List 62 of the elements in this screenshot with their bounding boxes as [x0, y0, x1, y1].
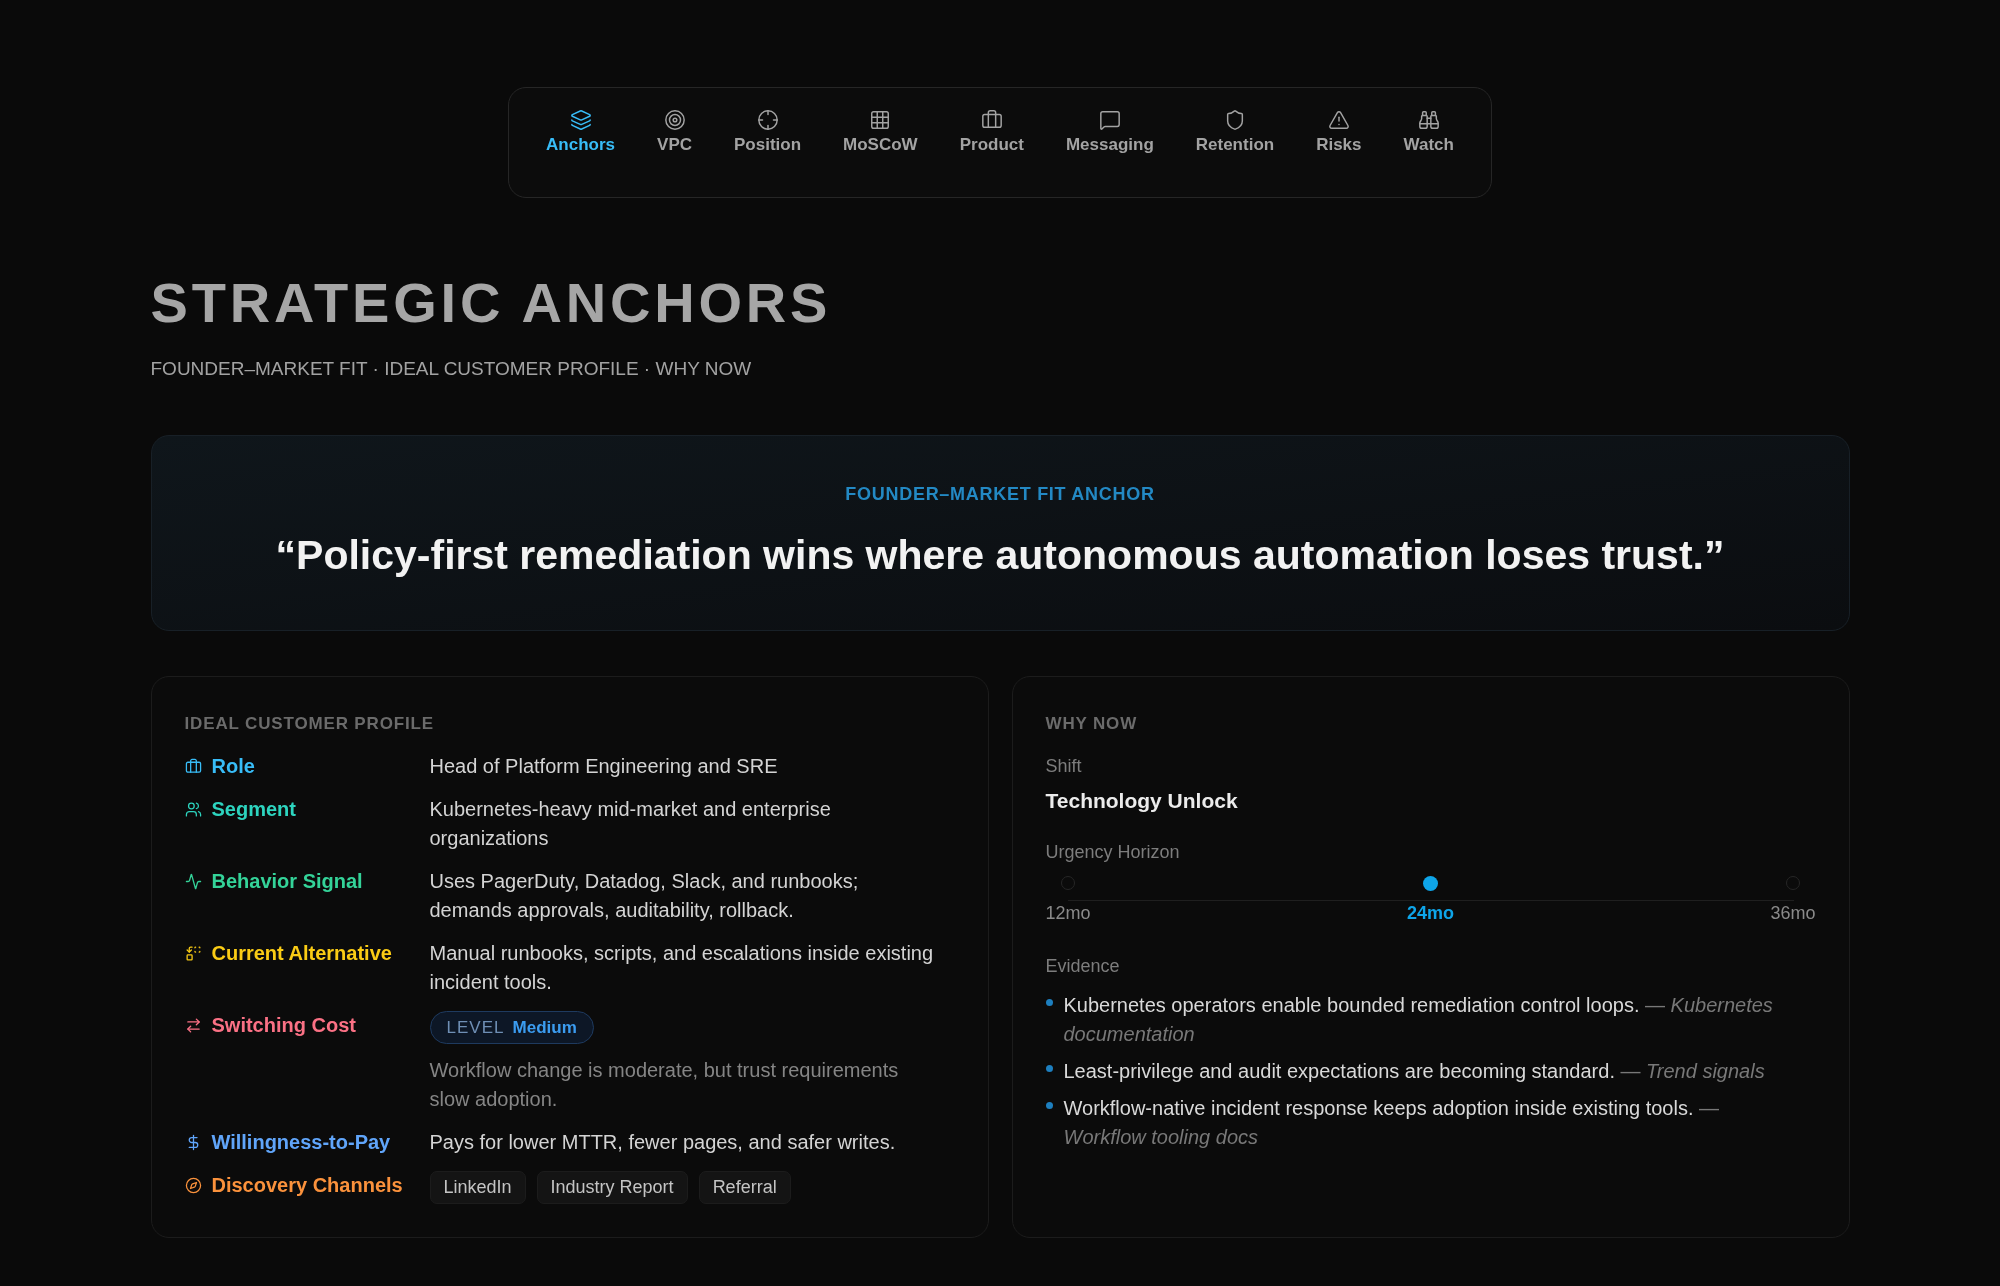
bullet-icon	[1045, 1102, 1053, 1109]
grid-icon	[869, 109, 892, 131]
bullet-icon	[1045, 1065, 1053, 1072]
nav-tab[interactable]: Position	[713, 109, 823, 156]
nav-tab[interactable]: Retention	[1174, 109, 1296, 156]
level-value: Medium	[512, 1016, 577, 1039]
replace-icon	[184, 945, 202, 962]
layers-icon	[569, 109, 592, 131]
section-heading: IDEAL CUSTOMER PROFILE	[184, 714, 435, 734]
nav-tab[interactable]: Messaging	[1044, 109, 1175, 156]
nav-tab[interactable]: VPC	[636, 109, 713, 156]
profile-label: Switching Cost	[211, 1013, 356, 1038]
profile-value: Manual runbooks, scripts, and escalations inside existing incident tools.	[429, 941, 935, 995]
profile-label: Segment	[211, 797, 296, 822]
ring-icon	[1061, 876, 1075, 890]
pulse-line-icon	[184, 873, 202, 890]
field-label: Urgency Horizon	[1045, 841, 1181, 864]
section-heading: WHY NOW	[1045, 714, 1139, 734]
profile-value: Pays for lower MTTR, fewer pages, and safer writes.	[429, 1130, 897, 1155]
evidence-item: Least-privilege and audit expectations are becoming standard. — Trend signals	[1063, 1059, 1766, 1084]
target-icon	[663, 109, 686, 131]
channel-tag: Referral	[698, 1171, 791, 1204]
evidence-item: Kubernetes operators enable bounded remediation control loops. — Kubernetes documentation	[1063, 993, 1774, 1047]
profile-label: Current Alternative	[211, 941, 392, 966]
page-title: STRATEGIC ANCHORS	[150, 275, 833, 331]
binoculars-icon	[1417, 109, 1440, 131]
speech-bubble-icon	[1098, 109, 1121, 131]
briefcase-icon	[184, 758, 202, 775]
evidence-item: Workflow-native incident response keeps adoption inside existing tools. — Workflow tooling docs	[1063, 1096, 1721, 1150]
field-label: Evidence	[1045, 955, 1121, 978]
horizon-option[interactable]: 24mo	[1407, 875, 1454, 924]
swap-arrows-icon	[184, 1017, 202, 1034]
field-label: Shift	[1045, 755, 1083, 778]
profile-label: Discovery Channels	[211, 1173, 403, 1198]
horizon-option[interactable]: 12mo	[1045, 875, 1091, 924]
shift-value: Technology Unlock	[1045, 788, 1239, 814]
anchor-quote: “Policy-first remediation wins where autonomous automation loses trust.”	[275, 531, 1725, 579]
nav-tab[interactable]: Anchors	[525, 109, 637, 156]
compass-icon	[184, 1177, 202, 1194]
profile-note: Workflow change is moderate, but trust requirements slow adoption.	[429, 1058, 900, 1112]
page-subtitle: FOUNDER–MARKET FIT · IDEAL CUSTOMER PROFILE · WHY NOW	[150, 357, 753, 381]
bullet-icon	[1045, 999, 1053, 1006]
level-caption: LEVEL	[446, 1016, 505, 1039]
nav-tab[interactable]: Watch	[1382, 109, 1475, 156]
briefcase-icon	[980, 109, 1003, 131]
profile-value: Kubernetes-heavy mid-market and enterprise organizations	[429, 797, 832, 851]
nav-tab[interactable]: Risks	[1295, 109, 1383, 156]
warning-icon	[1327, 109, 1350, 131]
profile-label: Willingness-to-Pay	[211, 1130, 391, 1155]
ring-icon	[1786, 876, 1800, 890]
crosshair-icon	[756, 109, 779, 131]
profile-value: Uses PagerDuty, Datadog, Slack, and runbooks; demands approvals, auditability, rollback.	[429, 869, 860, 923]
nav-tab[interactable]: Product	[938, 109, 1045, 156]
anchor-label: FOUNDER–MARKET FIT ANCHOR	[845, 484, 1155, 504]
channel-tag: Industry Report	[536, 1171, 688, 1204]
users-icon	[184, 801, 202, 818]
profile-label: Behavior Signal	[211, 869, 363, 894]
channel-tag: LinkedIn	[429, 1171, 526, 1204]
nav-tab[interactable]: MoSCoW	[822, 109, 939, 156]
horizon-option[interactable]: 36mo	[1770, 875, 1816, 924]
profile-value: Head of Platform Engineering and SRE	[429, 754, 779, 779]
profile-label: Role	[211, 754, 255, 779]
